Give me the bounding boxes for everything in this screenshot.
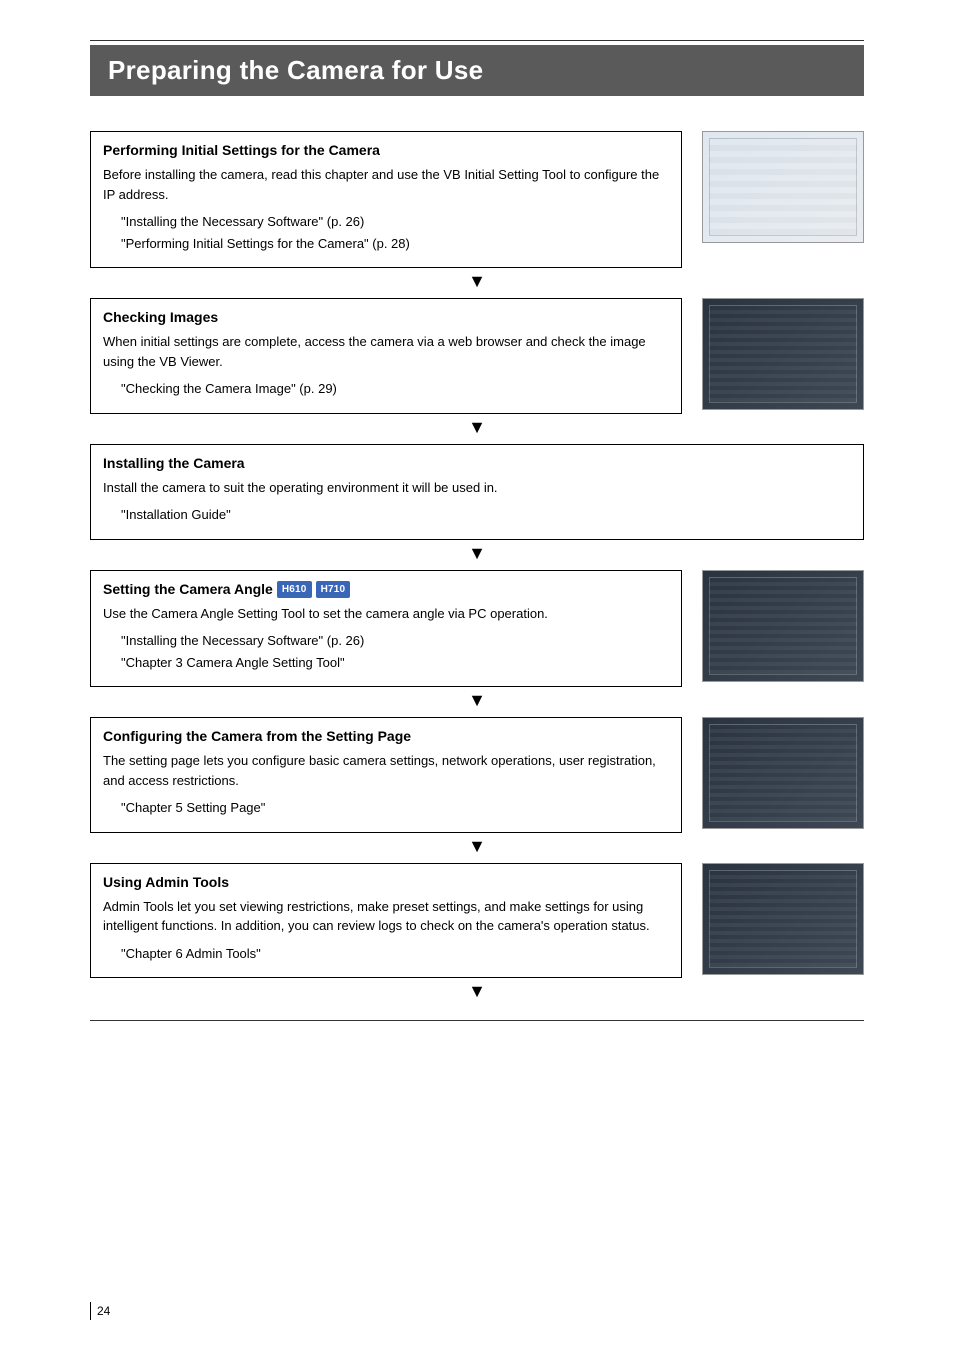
bottom-rule xyxy=(90,1020,864,1021)
reference-item: "Chapter 5 Setting Page" xyxy=(121,798,669,818)
step-body: Install the camera to suit the operating… xyxy=(103,478,851,498)
reference-item: "Performing Initial Settings for the Cam… xyxy=(121,234,669,254)
screenshot-thumbnail xyxy=(702,131,864,243)
step-body: Before installing the camera, read this … xyxy=(103,165,669,204)
step-body: Admin Tools let you set viewing restrict… xyxy=(103,897,669,936)
step-box: Setting the Camera AngleH610H710 Use the … xyxy=(90,570,682,688)
thumbnail-inner xyxy=(709,870,857,968)
steps-container: Performing Initial Settings for the Came… xyxy=(90,131,864,1000)
reference-list: "Installing the Necessary Software" (p. … xyxy=(121,212,669,253)
step-heading: Performing Initial Settings for the Came… xyxy=(103,140,669,161)
step-row: Using Admin Tools Admin Tools let you set… xyxy=(90,863,864,979)
reference-item: "Chapter 6 Admin Tools" xyxy=(121,944,669,964)
screenshot-thumbnail xyxy=(702,863,864,975)
page-title-bar: Preparing the Camera for Use xyxy=(90,45,864,96)
reference-list: "Chapter 5 Setting Page" xyxy=(121,798,669,818)
model-badge: H710 xyxy=(316,581,351,598)
step-row: Configuring the Camera from the Setting … xyxy=(90,717,864,833)
model-badge: H610 xyxy=(277,581,312,598)
reference-list: "Checking the Camera Image" (p. 29) xyxy=(121,379,669,399)
step-body: When initial settings are complete, acce… xyxy=(103,332,669,371)
step-row: Checking Images When initial settings are… xyxy=(90,298,864,414)
arrow-down-icon: ▼ xyxy=(90,272,864,290)
step-box: Performing Initial Settings for the Came… xyxy=(90,131,682,268)
reference-item: "Installing the Necessary Software" (p. … xyxy=(121,212,669,232)
step-heading: Installing the Camera xyxy=(103,453,851,474)
step-box: Using Admin Tools Admin Tools let you set… xyxy=(90,863,682,979)
thumbnail-inner xyxy=(709,724,857,822)
thumbnail-inner xyxy=(709,305,857,403)
page-number: 24 xyxy=(90,1302,110,1320)
step-box: Checking Images When initial settings are… xyxy=(90,298,682,414)
step-row: Installing the Camera Install the camera … xyxy=(90,444,864,540)
arrow-down-icon: ▼ xyxy=(90,544,864,562)
page-title: Preparing the Camera for Use xyxy=(108,51,846,90)
thumbnail-inner xyxy=(709,138,857,236)
step-box: Installing the Camera Install the camera … xyxy=(90,444,864,540)
arrow-down-icon: ▼ xyxy=(90,691,864,709)
step-body: Use the Camera Angle Setting Tool to set… xyxy=(103,604,669,624)
screenshot-thumbnail xyxy=(702,570,864,682)
step-heading: Configuring the Camera from the Setting … xyxy=(103,726,669,747)
reference-item: "Installation Guide" xyxy=(121,505,851,525)
thumbnail-inner xyxy=(709,577,857,675)
arrow-down-icon: ▼ xyxy=(90,418,864,436)
step-heading: Using Admin Tools xyxy=(103,872,669,893)
step-heading: Checking Images xyxy=(103,307,669,328)
arrow-down-icon: ▼ xyxy=(90,982,864,1000)
top-rule xyxy=(90,40,864,41)
reference-item: "Chapter 3 Camera Angle Setting Tool" xyxy=(121,653,669,673)
reference-item: "Checking the Camera Image" (p. 29) xyxy=(121,379,669,399)
reference-list: "Chapter 6 Admin Tools" xyxy=(121,944,669,964)
step-row: Setting the Camera AngleH610H710 Use the … xyxy=(90,570,864,688)
step-heading: Setting the Camera AngleH610H710 xyxy=(103,579,669,600)
screenshot-thumbnail xyxy=(702,298,864,410)
reference-item: "Installing the Necessary Software" (p. … xyxy=(121,631,669,651)
reference-list: "Installation Guide" xyxy=(121,505,851,525)
arrow-down-icon: ▼ xyxy=(90,837,864,855)
step-body: The setting page lets you configure basi… xyxy=(103,751,669,790)
step-box: Configuring the Camera from the Setting … xyxy=(90,717,682,833)
step-row: Performing Initial Settings for the Came… xyxy=(90,131,864,268)
screenshot-thumbnail xyxy=(702,717,864,829)
reference-list: "Installing the Necessary Software" (p. … xyxy=(121,631,669,672)
